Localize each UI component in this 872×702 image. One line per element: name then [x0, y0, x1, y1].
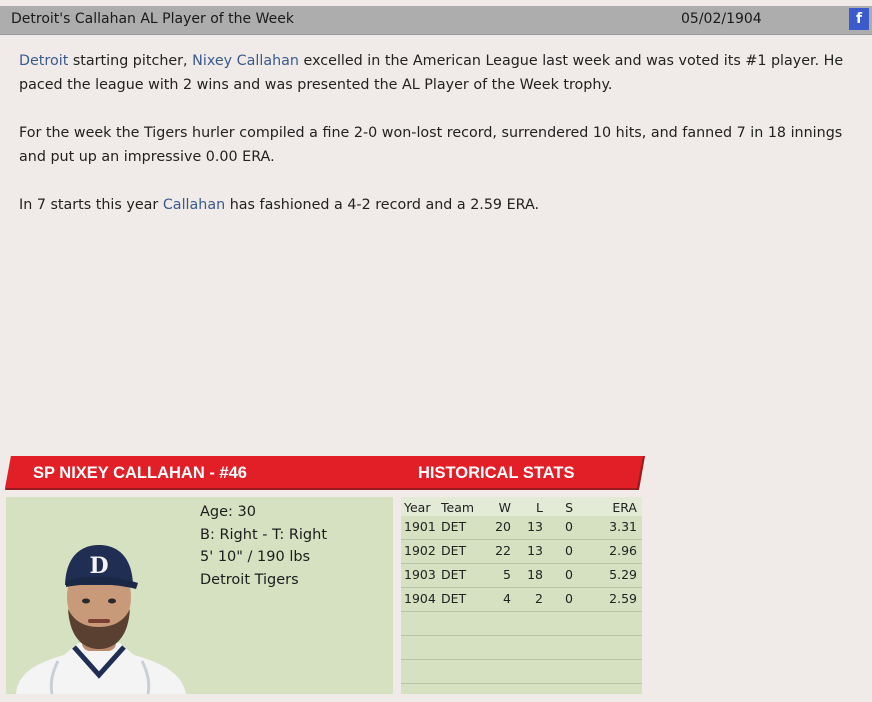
table-row-empty	[401, 660, 642, 684]
cell-l: 2	[535, 591, 543, 606]
table-row: 1903 DET 5 18 0 5.29	[401, 564, 642, 588]
cell-era: 5.29	[609, 567, 637, 582]
cell-l: 13	[527, 543, 543, 558]
cell-s: 0	[565, 519, 573, 534]
col-header-team: Team	[441, 500, 475, 515]
cell-team: DET	[441, 567, 467, 582]
cell-w: 22	[495, 543, 511, 558]
cap-logo: D	[89, 553, 108, 579]
team-link[interactable]: Detroit	[19, 53, 68, 69]
player-banner: SP NIXEY CALLAHAN - #46 HISTORICAL STATS	[5, 456, 645, 492]
cell-team: DET	[441, 519, 467, 534]
table-row-empty	[401, 636, 642, 660]
article-paragraph-3: In 7 starts this year Callahan has fashi…	[19, 193, 869, 217]
cell-w: 5	[503, 567, 511, 582]
player-team: Detroit Tigers	[200, 571, 299, 588]
cell-team: DET	[441, 591, 467, 606]
table-row: 1902 DET 22 13 0 2.96	[401, 540, 642, 564]
cell-era: 3.31	[609, 519, 637, 534]
cell-year: 1902	[404, 543, 436, 558]
player-bats-throws: B: Right - T: Right	[200, 526, 328, 543]
player-age: Age: 30	[200, 504, 256, 520]
player-card: D Age: 30 B: Right - T: Right 5' 10" / 1…	[6, 497, 393, 694]
cell-s: 0	[565, 591, 573, 606]
article-body: Detroit starting pitcher, Nixey Callahan…	[19, 49, 869, 241]
player-info: Age: 30 B: Right - T: Right 5' 10" / 190…	[200, 501, 327, 591]
cell-era: 2.59	[609, 591, 637, 606]
title-bar: Detroit's Callahan AL Player of the Week…	[0, 6, 872, 35]
article-text: In 7 starts this year	[19, 197, 163, 213]
col-header-era: ERA	[612, 500, 637, 515]
facebook-share-icon[interactable]: f	[849, 8, 869, 30]
player-name-heading: SP NIXEY CALLAHAN - #46	[33, 464, 247, 482]
col-header-s: S	[565, 500, 573, 515]
table-row: 1901 DET 20 13 0 3.31	[401, 516, 642, 540]
article-text: has fashioned a 4-2 record and a 2.59 ER…	[225, 197, 540, 213]
cell-year: 1903	[404, 567, 436, 582]
article-paragraph-2: For the week the Tigers hurler compiled …	[19, 125, 843, 165]
page-title: Detroit's Callahan AL Player of the Week	[11, 11, 294, 27]
cell-year: 1901	[404, 519, 436, 534]
cell-l: 13	[527, 519, 543, 534]
cell-era: 2.96	[609, 543, 637, 558]
cell-team: DET	[441, 543, 467, 558]
historical-stats-heading: HISTORICAL STATS	[418, 464, 575, 482]
cell-w: 4	[503, 591, 511, 606]
article-date: 05/02/1904	[681, 11, 762, 27]
article-text: starting pitcher,	[68, 53, 193, 69]
cell-s: 0	[565, 543, 573, 558]
col-header-year: Year	[404, 500, 431, 515]
player-height-weight: 5' 10" / 190 lbs	[200, 549, 311, 565]
historical-stats-table: Year Team W L S ERA 1901 DET 20 13 0 3.3…	[401, 497, 642, 694]
player-link[interactable]: Nixey Callahan	[192, 53, 299, 69]
cell-s: 0	[565, 567, 573, 582]
table-row-empty	[401, 612, 642, 636]
col-header-l: L	[536, 500, 543, 515]
player-portrait: D	[16, 545, 186, 694]
stats-header-row: Year Team W L S ERA	[401, 497, 642, 516]
col-header-w: W	[498, 500, 511, 515]
cell-l: 18	[527, 567, 543, 582]
player-link[interactable]: Callahan	[163, 197, 225, 213]
article-paragraph-1: Detroit starting pitcher, Nixey Callahan…	[19, 49, 869, 97]
table-row: 1904 DET 4 2 0 2.59	[401, 588, 642, 612]
cell-year: 1904	[404, 591, 436, 606]
cell-w: 20	[495, 519, 511, 534]
